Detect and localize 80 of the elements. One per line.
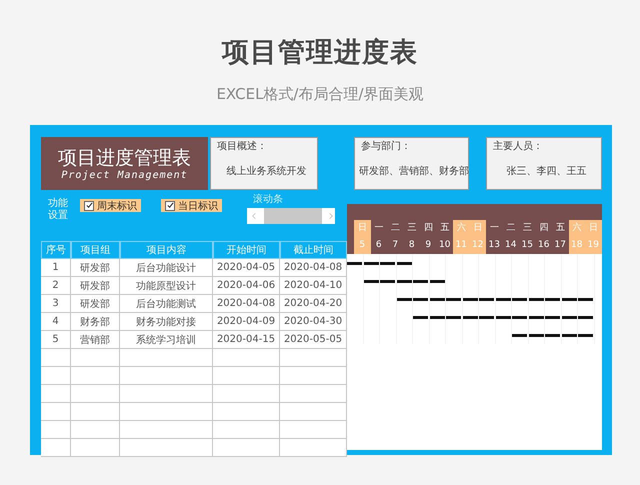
table-cell: 2020-04-09 [213,313,280,331]
date-label: 11 [453,237,470,254]
scrollbar[interactable] [247,208,335,224]
weekday-label: 五 [439,222,450,235]
table-cell: 2020-04-30 [280,313,347,331]
table-cell: 2020-04-08 [213,295,280,313]
checkbox[interactable] [84,200,94,210]
table-cell: 后台功能测试 [120,295,213,313]
weekday-label: 五 [554,222,566,235]
scrollbar-label: 滚动条 [253,194,284,206]
date-label: 19 [585,237,602,254]
weekday-label: 日 [354,220,370,237]
table-cell: 2 [41,277,71,295]
table-cell: 2020-04-20 [280,295,347,313]
weekday-label: 日 [585,220,602,237]
page-subtitle: EXCEL格式/布局合理/界面美观 [216,84,424,104]
table-cell: 系统学习培训 [120,331,213,349]
info-value: 研发部、营销部、财务部 [359,165,469,178]
sheet-subtitle: Project Management [61,170,188,181]
table-cell: 2020-04-08 [280,259,347,277]
date-label: 12 [470,237,486,254]
table-cell: 2020-04-10 [280,277,347,295]
page-title: 项目管理进度表 [222,36,418,70]
date-label: 8 [408,239,416,252]
info-label: 参与部门： [361,140,412,153]
table-cell: 财务功能对接 [120,313,213,331]
settings-label: 功能设置 [48,198,68,222]
date-label: 10 [438,239,452,252]
checkbox-control[interactable]: 周末标识 [80,199,141,212]
weekday-label: 三 [522,222,533,235]
date-label: 13 [488,239,501,252]
date-label: 14 [504,239,518,252]
weekday-label: 二 [505,222,516,235]
weekday-label: 六 [453,220,470,237]
info-label: 主要人员： [493,140,544,153]
weekday-label: 三 [406,222,418,235]
table-cell: 2020-04-05 [213,259,280,277]
checkbox-control[interactable]: 当日标识 [161,199,222,212]
date-label: 18 [568,237,585,254]
weekday-label: 四 [538,222,550,235]
date-label: 6 [374,239,383,252]
table-cell: 功能原型设计 [120,277,213,295]
column-header: 开始时间 [213,241,280,259]
table-cell: 3 [41,295,71,313]
info-value: 线上业务系统开发 [226,165,306,178]
date-label: 17 [554,239,567,252]
table-cell: 2020-04-06 [213,277,280,295]
scrollbar-thumb[interactable] [264,208,322,224]
date-label: 15 [520,239,534,252]
table-cell: 后台功能设计 [120,259,213,277]
info-value: 张三、李四、王五 [506,165,586,178]
date-label: 9 [424,239,432,252]
column-header: 项目组 [71,241,120,259]
checkbox-label: 周末标识 [97,200,137,212]
weekday-label: 二 [390,222,401,235]
date-label: 5 [354,237,370,254]
sheet-title: 项目进度管理表 [58,146,191,170]
table-cell: 5 [41,331,71,349]
table-cell: 2020-05-05 [280,331,347,349]
weekday-label: 四 [422,222,434,235]
column-header: 项目内容 [120,241,213,259]
column-header: 截止时间 [280,241,347,259]
weekday-label: 六 [568,220,585,237]
weekday-label: 一 [373,222,384,235]
weekday-label: 日 [470,220,486,237]
table-cell: 4 [41,313,71,331]
checkbox-label: 当日标识 [178,200,218,212]
table-cell: 2020-04-15 [213,331,280,349]
weekday-label: 一 [488,222,500,235]
table-cell: 1 [41,259,71,277]
date-label: 7 [391,239,400,252]
info-label: 项目概述： [217,140,268,153]
column-header: 序号 [41,241,71,259]
date-label: 16 [537,239,550,252]
checkbox[interactable] [165,200,175,210]
table-cell: 研发部 [71,259,120,277]
table-cell: 营销部 [71,331,120,349]
table-cell: 财务部 [71,313,120,331]
table-cell: 研发部 [71,295,120,313]
table-cell: 研发部 [71,277,120,295]
